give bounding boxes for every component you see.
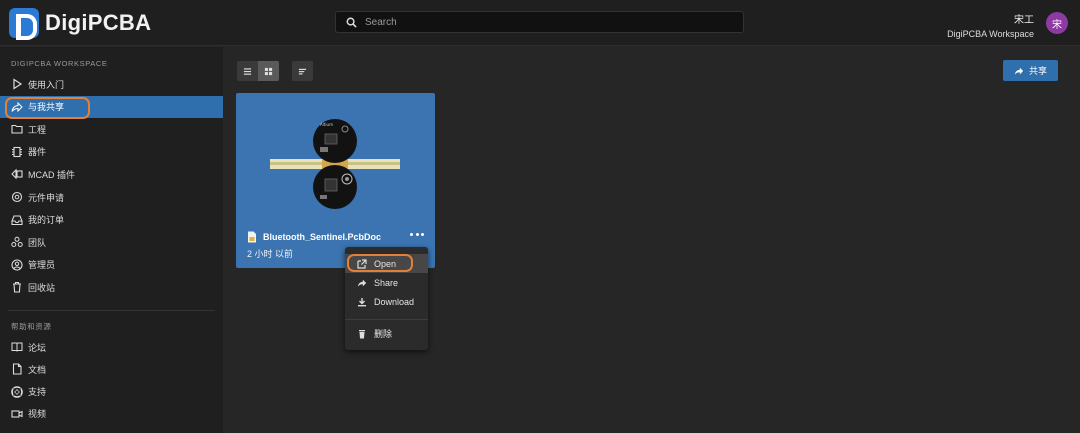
sidebar-item-label: 器件 xyxy=(28,147,47,158)
file-modified-time: 2 小时 以前 xyxy=(247,249,294,259)
component-request-icon xyxy=(10,191,23,204)
menu-item-label: Share xyxy=(374,277,399,288)
highlight-annotation-shared xyxy=(5,97,90,119)
workspace-name: DigiPCBA Workspace xyxy=(947,29,1034,39)
sidebar-item-label: 我的订单 xyxy=(28,215,65,226)
sort-icon xyxy=(298,68,307,74)
sidebar-item-label: 管理员 xyxy=(28,260,56,271)
more-options-button[interactable] xyxy=(410,230,424,238)
download-icon xyxy=(357,297,367,307)
sidebar-item-chip[interactable]: 器件 xyxy=(0,141,223,163)
sidebar-item-book[interactable]: 论坛 xyxy=(0,336,223,358)
sidebar-item-label: 使用入门 xyxy=(28,79,65,90)
sidebar-item-lifebuoy[interactable]: 支持 xyxy=(0,381,223,403)
sidebar-item-trash[interactable]: 回收站 xyxy=(0,276,223,298)
menu-divider xyxy=(345,319,428,320)
user-info[interactable]: 宋工 DigiPCBA Workspace xyxy=(947,11,1034,39)
menu-item-label: 删除 xyxy=(374,329,393,339)
workspace-section-title: DIGIPCBA WORKSPACE xyxy=(11,59,108,68)
svg-text:Altium: Altium xyxy=(320,122,333,127)
menu-item-share[interactable]: Share xyxy=(345,273,428,292)
help-section-title: 帮助和资源 xyxy=(11,322,52,331)
chip-icon xyxy=(10,145,23,158)
sidebar-item-label: 回收站 xyxy=(28,282,56,293)
search-bar[interactable] xyxy=(335,11,744,33)
grid-view-button[interactable] xyxy=(258,61,279,81)
more-dot xyxy=(415,232,419,236)
video-icon xyxy=(10,407,23,420)
pcb-thumbnail: Altium xyxy=(270,119,400,209)
view-toggle xyxy=(237,61,279,81)
user-name: 宋工 xyxy=(1014,15,1034,26)
book-icon xyxy=(10,341,23,354)
lifebuoy-icon xyxy=(10,385,23,398)
share-arrow-icon xyxy=(1014,67,1024,75)
team-icon xyxy=(10,236,23,249)
sidebar-divider xyxy=(8,310,215,311)
top-header: DigiPCBA 宋工 DigiPCBA Workspace 宋 xyxy=(0,0,1080,46)
file-name-label: Bluetooth_Sentinel.PcbDoc xyxy=(263,232,382,242)
trash-icon xyxy=(10,281,23,294)
sidebar-item-folder[interactable]: 工程 xyxy=(0,118,223,140)
pcb-file-icon xyxy=(248,231,256,243)
delete-icon xyxy=(357,329,367,339)
sidebar-item-document[interactable]: 文档 xyxy=(0,358,223,380)
sidebar-item-label: 视频 xyxy=(28,409,47,420)
share-arrow-icon xyxy=(357,278,367,288)
sidebar-item-mcad[interactable]: MCAD 插件 xyxy=(0,163,223,185)
list-view-button[interactable] xyxy=(237,61,258,81)
sidebar-item-label: MCAD 插件 xyxy=(28,169,75,180)
sort-button[interactable] xyxy=(292,61,313,81)
sidebar-item-label: 工程 xyxy=(28,124,47,135)
inbox-icon xyxy=(10,213,23,226)
list-icon xyxy=(243,67,252,75)
share-button[interactable]: 共享 xyxy=(1003,60,1058,81)
file-name[interactable]: Bluetooth_Sentinel.PcbDoc xyxy=(247,231,381,243)
logo-text: DigiPCBA xyxy=(45,10,152,35)
sidebar-item-video[interactable]: 视频 xyxy=(0,403,223,425)
more-dot xyxy=(410,232,413,236)
logo-d-icon xyxy=(9,8,39,40)
sidebar-item-play[interactable]: 使用入门 xyxy=(0,73,223,95)
app-logo[interactable]: DigiPCBA xyxy=(9,8,152,40)
mcad-icon xyxy=(10,168,23,181)
sidebar-item-admin[interactable]: 管理员 xyxy=(0,254,223,276)
file-card[interactable]: Altium Bluetooth_Sentinel.PcbDoc 2 小时 以前 xyxy=(236,93,435,268)
grid-icon xyxy=(264,67,273,75)
avatar[interactable]: 宋 xyxy=(1046,12,1068,34)
search-icon xyxy=(346,17,357,28)
folder-icon xyxy=(10,123,23,136)
play-icon xyxy=(10,78,23,91)
sidebar-item-label: 元件申请 xyxy=(28,192,65,203)
sidebar-item-label: 支持 xyxy=(28,387,47,398)
sidebar-item-inbox[interactable]: 我的订单 xyxy=(0,209,223,231)
search-input[interactable] xyxy=(365,16,735,28)
admin-icon xyxy=(10,258,23,271)
menu-item-delete[interactable]: 删除 xyxy=(345,324,428,343)
more-dot xyxy=(421,232,424,236)
menu-item-download[interactable]: Download xyxy=(345,292,428,311)
highlight-annotation-open xyxy=(347,254,413,272)
sidebar-item-label: 文档 xyxy=(28,364,47,375)
menu-item-label: Download xyxy=(374,296,415,307)
sidebar-item-team[interactable]: 团队 xyxy=(0,231,223,253)
document-icon xyxy=(10,363,23,376)
sidebar-item-label: 团队 xyxy=(28,237,47,248)
sidebar-item-label: 论坛 xyxy=(28,342,47,353)
sidebar-item-component-request[interactable]: 元件申请 xyxy=(0,186,223,208)
share-button-label: 共享 xyxy=(1028,66,1047,76)
